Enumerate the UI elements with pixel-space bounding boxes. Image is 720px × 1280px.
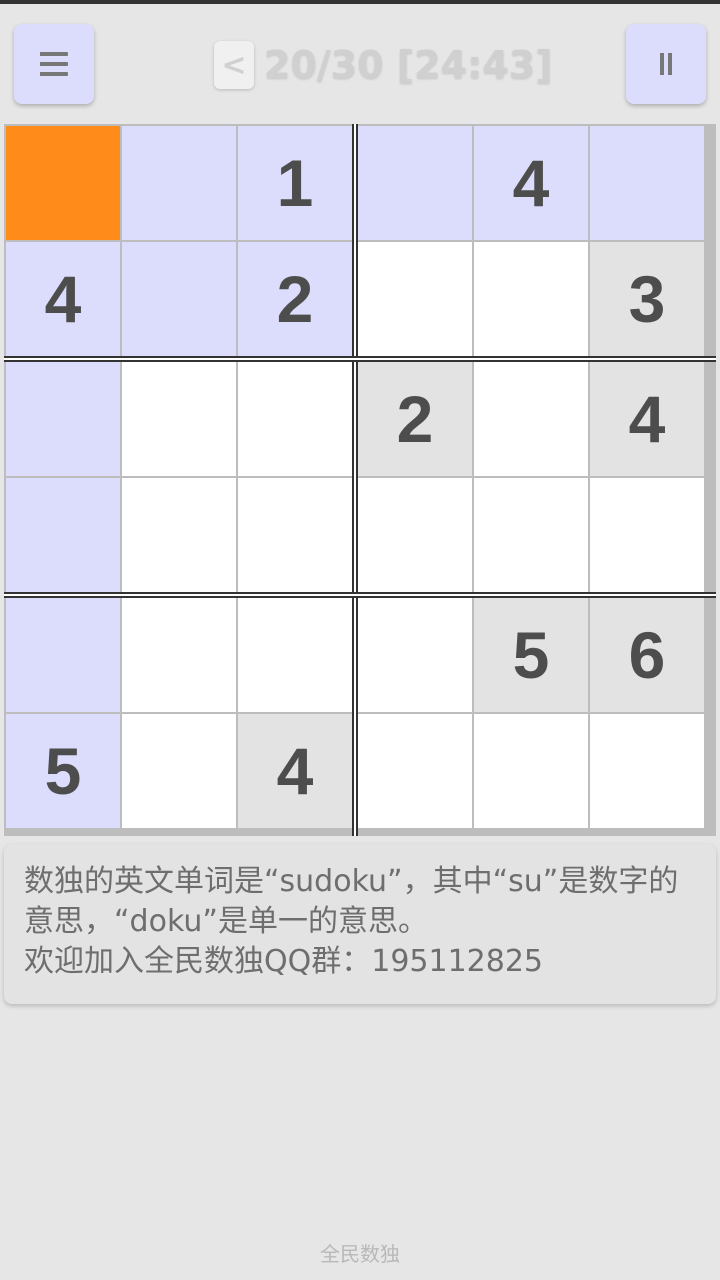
sudoku-cell[interactable] [358, 126, 472, 240]
block-divider-vertical [352, 124, 358, 836]
info-card: 数独的英文单词是“sudoku”，其中“su”是数字的 意思，“doku”是单一… [4, 844, 716, 1004]
sudoku-cell[interactable]: 2 [238, 242, 352, 356]
title-group: < 20/30 [24:43] [214, 40, 553, 90]
sudoku-cell[interactable] [590, 126, 704, 240]
sudoku-cell[interactable]: 2 [358, 362, 472, 476]
sudoku-cell[interactable] [238, 598, 352, 712]
menu-button[interactable] [14, 24, 94, 104]
sudoku-cell[interactable] [590, 478, 704, 592]
sudoku-cell[interactable] [6, 478, 120, 592]
info-line-3: 欢迎加入全民数独QQ群：195112825 [24, 944, 544, 979]
sudoku-cell[interactable] [474, 478, 588, 592]
sudoku-cell[interactable] [238, 362, 352, 476]
sudoku-cell[interactable]: 4 [6, 242, 120, 356]
sudoku-cell[interactable] [358, 714, 472, 828]
sudoku-cell[interactable] [122, 126, 236, 240]
sudoku-cell[interactable]: 4 [474, 126, 588, 240]
info-line-2: 意思，“doku”是单一的意思。 [24, 904, 428, 939]
sudoku-cell[interactable] [358, 598, 472, 712]
sudoku-cell[interactable] [122, 362, 236, 476]
sudoku-cell[interactable]: 1 [238, 126, 352, 240]
sudoku-cell[interactable]: 4 [590, 362, 704, 476]
pause-button[interactable] [626, 24, 706, 104]
sudoku-board-viewport: 14423245654 [4, 124, 716, 836]
sudoku-cell[interactable] [6, 362, 120, 476]
previous-puzzle-button[interactable]: < [214, 41, 254, 89]
sudoku-cell[interactable]: 3 [590, 242, 704, 356]
sudoku-cell[interactable] [6, 598, 120, 712]
puzzle-progress-and-timer: 20/30 [24:43] [264, 43, 553, 87]
menu-icon [40, 52, 68, 76]
sudoku-cell[interactable]: 6 [590, 598, 704, 712]
sudoku-cell[interactable] [122, 714, 236, 828]
sudoku-cell[interactable] [122, 478, 236, 592]
sudoku-cell[interactable]: 5 [6, 714, 120, 828]
header: < 20/30 [24:43] [0, 4, 720, 120]
sudoku-cell[interactable] [590, 714, 704, 828]
sudoku-cell[interactable] [474, 242, 588, 356]
block-divider-horizontal [4, 356, 716, 362]
pause-icon [658, 53, 674, 75]
sudoku-cell[interactable] [358, 242, 472, 356]
block-divider-horizontal [4, 592, 716, 598]
sudoku-cell[interactable]: 4 [238, 714, 352, 828]
sudoku-cell[interactable] [474, 362, 588, 476]
info-line-1: 数独的英文单词是“sudoku”，其中“su”是数字的 [24, 864, 679, 899]
sudoku-cell[interactable]: 5 [474, 598, 588, 712]
footer-app-name: 全民数独 [320, 1242, 400, 1266]
sudoku-cell[interactable] [122, 598, 236, 712]
sudoku-cell[interactable] [358, 478, 472, 592]
sudoku-cell[interactable] [238, 478, 352, 592]
sudoku-cell[interactable] [6, 126, 120, 240]
sudoku-cell[interactable] [122, 242, 236, 356]
sudoku-cell[interactable] [474, 714, 588, 828]
sudoku-board: 14423245654 [4, 124, 716, 836]
